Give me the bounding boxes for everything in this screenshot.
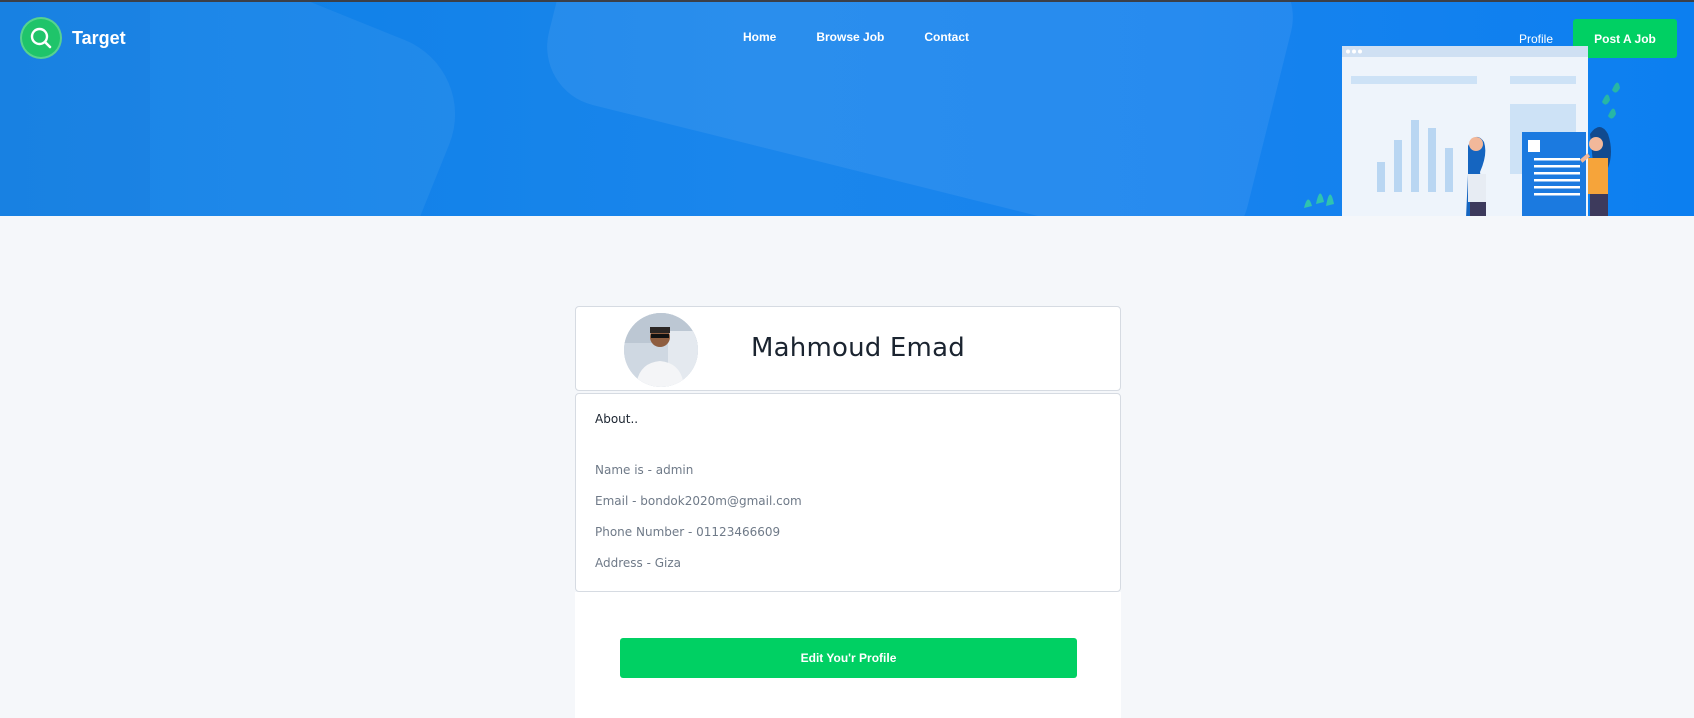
profile-name-detail: Name is - admin [595,463,694,477]
nav-browse-job[interactable]: Browse Job [816,30,884,44]
profile-actions-card: Edit You'r Profile [575,592,1121,718]
profile-header-card: Mahmoud Emad [575,306,1121,391]
brand-logo[interactable]: Target [20,17,126,59]
about-card: About.. Name is - admin Email - bondok20… [575,393,1121,592]
profile-phone-detail: Phone Number - 01123466609 [595,525,781,539]
nav-home[interactable]: Home [743,30,776,44]
avatar [624,313,698,387]
edit-profile-button[interactable]: Edit You'r Profile [620,638,1077,678]
profile-address-detail: Address - Giza [595,556,682,570]
profile-link[interactable]: Profile [1519,32,1553,46]
main-nav: Home Browse Job Contact [743,30,1009,44]
hero-header: Target Home Browse Job Contact Profile P… [0,2,1694,216]
brand-name: Target [72,27,126,48]
search-icon [20,17,62,59]
about-heading: About.. [595,412,639,426]
profile-name: Mahmoud Emad [751,333,965,363]
nav-contact[interactable]: Contact [924,30,969,44]
hero-illustration [1304,46,1620,216]
profile-email-detail: Email - bondok2020m@gmail.com [595,494,802,508]
